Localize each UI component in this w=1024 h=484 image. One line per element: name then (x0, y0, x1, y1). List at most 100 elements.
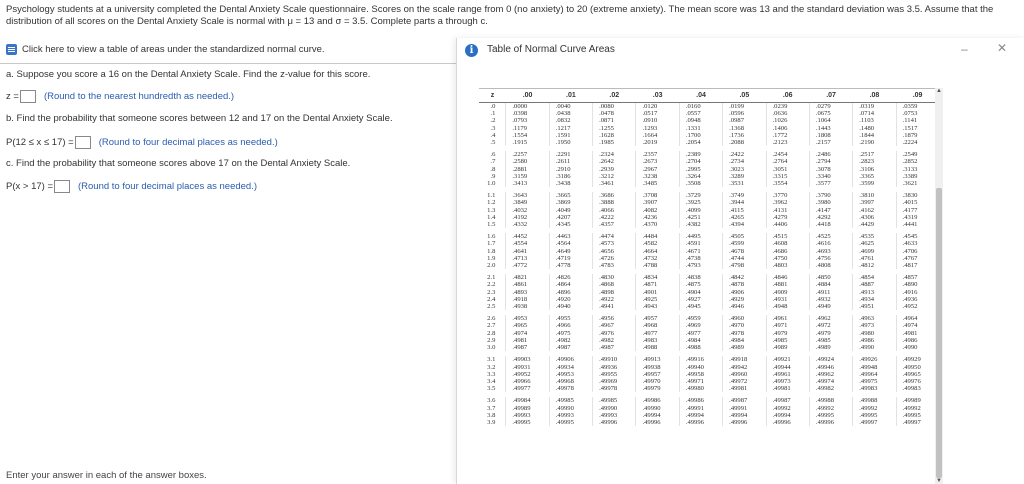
area-cell: .4904 (678, 288, 723, 296)
area-cell: .2910 (548, 165, 593, 173)
area-cell: .3389 (895, 172, 939, 181)
area-cell: .4938 (505, 303, 550, 311)
area-cell: .4808 (808, 262, 853, 270)
area-cell: .4911 (808, 288, 853, 296)
area-cell: .4982 (548, 336, 593, 345)
area-cell: .3461 (592, 180, 636, 188)
part-b-answer-box[interactable] (74, 136, 91, 149)
area-cell: .2794 (808, 158, 853, 166)
area-cell: .49981 (722, 385, 767, 393)
area-cell: .4406 (765, 221, 810, 229)
area-cell: .2088 (722, 139, 767, 147)
area-cell: .0675 (808, 110, 853, 118)
area-cell: .49918 (722, 356, 767, 364)
area-cell: .0987 (722, 117, 767, 125)
area-cell: .4817 (895, 262, 939, 270)
table-link[interactable]: Click here to view a table of areas unde… (6, 44, 325, 55)
area-cell: .49996 (678, 418, 723, 427)
area-cell: .3289 (722, 172, 767, 181)
area-cell: .0080 (592, 102, 636, 111)
area-cell: .4864 (548, 281, 593, 289)
area-cell: .0120 (635, 102, 680, 111)
area-cell: .4975 (548, 329, 593, 337)
scroll-down-icon[interactable]: ▼ (935, 478, 943, 484)
area-cell: .49931 (505, 363, 550, 371)
area-cell: .4878 (722, 281, 767, 289)
area-cell: .49988 (852, 397, 897, 405)
part-c-answer-box[interactable] (54, 180, 70, 193)
part-a-answer-box[interactable] (19, 90, 36, 103)
z-value-cell: 1.0 (487, 180, 496, 188)
area-cell: .4756 (808, 254, 853, 263)
table-row: .8 .2881.2910.2939.2967.2995.3023.3051.30… (479, 165, 939, 173)
area-cell: .4738 (678, 254, 723, 263)
table-row: 1.5.4332.4345.4357.4370.4382.4394.4406.4… (479, 221, 939, 229)
area-cell: .49990 (548, 404, 593, 412)
area-cell: .49985 (592, 397, 636, 405)
area-cell: .49995 (808, 411, 853, 419)
area-cell: .4952 (895, 303, 939, 311)
area-cell: .4971 (765, 322, 810, 330)
minimize-button[interactable]: – (961, 42, 968, 56)
area-cell: .49936 (592, 363, 636, 371)
area-cell: .4981 (895, 329, 939, 337)
area-cell: .49948 (852, 363, 897, 371)
z-value-cell: 2.3 (487, 288, 496, 296)
area-cell: .4706 (895, 247, 939, 255)
area-cell: .0636 (765, 110, 810, 118)
close-button[interactable]: ✕ (997, 41, 1007, 55)
area-cell: .49926 (852, 356, 897, 364)
z-value-cell: 3.1 (487, 356, 496, 364)
area-cell: .4686 (765, 247, 810, 255)
area-cell: .1879 (895, 131, 939, 140)
table-row: 3.8.49993.49993.49993.49994.49994.49994.… (479, 411, 939, 419)
z-value-cell: .8 (490, 165, 496, 173)
z-value-cell: 3.8 (487, 411, 496, 419)
z-value-cell: 2.7 (487, 322, 496, 330)
area-cell: .4641 (505, 247, 550, 255)
area-cell: .4974 (505, 329, 550, 337)
area-cell: .4951 (852, 303, 897, 311)
area-cell: .4854 (852, 274, 897, 282)
area-cell: .3770 (765, 192, 810, 200)
z-value-cell: .4 (490, 131, 496, 139)
table-row: 3.9.49995.49995.49996.49996.49996.49996.… (479, 418, 939, 427)
area-cell: .4920 (548, 295, 593, 304)
area-cell: .49983 (895, 385, 939, 393)
area-cell: .49984 (505, 397, 550, 405)
area-cell: .4429 (852, 221, 897, 229)
area-cell: .49966 (505, 377, 550, 386)
area-cell: .3599 (852, 180, 897, 188)
column-header: .03 (635, 88, 680, 103)
area-cell: .4573 (592, 240, 636, 248)
z-value-cell: 3.7 (487, 404, 496, 412)
part-a-answer-row: z = (Round to the nearest hundredth as n… (6, 90, 234, 103)
scroll-thumb[interactable] (936, 188, 942, 478)
area-cell: .3925 (678, 199, 723, 207)
area-cell: .4969 (678, 322, 723, 330)
table-scrollbar[interactable]: ▲ ▼ (935, 88, 943, 484)
area-cell: .4484 (635, 233, 680, 241)
normal-table-popup: i Table of Normal Curve Areas – ✕ z .00.0… (456, 38, 1024, 484)
area-cell: .49992 (852, 404, 897, 412)
part-c-hint: (Round to four decimal places as needed.… (78, 181, 258, 192)
table-link-text[interactable]: Click here to view a table of areas unde… (22, 44, 325, 55)
area-cell: .1255 (592, 124, 636, 132)
area-cell: .3186 (548, 172, 593, 181)
area-cell: .49997 (852, 418, 897, 427)
area-cell: .4591 (678, 240, 723, 248)
area-cell: .49989 (895, 397, 939, 405)
area-cell: .49990 (592, 404, 636, 412)
area-cell: .0596 (722, 110, 767, 118)
area-cell: .4265 (722, 213, 767, 222)
area-cell: .3810 (852, 192, 897, 200)
z-value-cell: 3.0 (487, 344, 496, 352)
area-cell: .1368 (722, 124, 767, 132)
area-cell: .1700 (678, 131, 723, 140)
area-cell: .4962 (808, 315, 853, 323)
area-cell: .4761 (852, 254, 897, 263)
area-cell: .49903 (505, 356, 550, 364)
scroll-up-icon[interactable]: ▲ (935, 88, 943, 94)
area-cell: .2422 (722, 151, 767, 159)
area-cell: .4871 (635, 281, 680, 289)
